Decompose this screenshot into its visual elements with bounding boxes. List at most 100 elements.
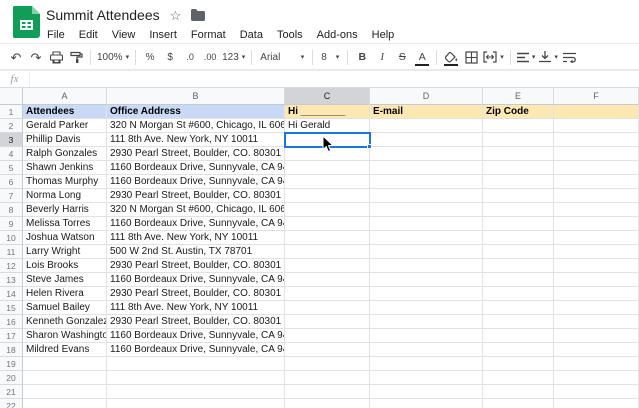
row-header-5[interactable]: 5: [0, 161, 23, 175]
cell-B10[interactable]: 111 8th Ave. New York, NY 10011: [107, 231, 285, 245]
menu-tools[interactable]: Tools: [270, 29, 310, 41]
menu-format[interactable]: Format: [184, 29, 233, 41]
row-header-6[interactable]: 6: [0, 175, 23, 189]
cell-A6[interactable]: Thomas Murphy: [23, 175, 107, 189]
cell-A17[interactable]: Sharon Washington: [23, 329, 107, 343]
menu-insert[interactable]: Insert: [142, 29, 184, 41]
row-header-17[interactable]: 17: [0, 329, 23, 343]
cell-D1[interactable]: E-mail: [370, 105, 483, 119]
cell-C20[interactable]: [285, 371, 370, 385]
cell-E12[interactable]: [483, 259, 554, 273]
cell-D16[interactable]: [370, 315, 483, 329]
borders-button[interactable]: [461, 47, 481, 67]
cell-F15[interactable]: [554, 301, 639, 315]
cell-C13[interactable]: [285, 273, 370, 287]
document-title[interactable]: Summit Attendees: [46, 7, 160, 23]
cell-D2[interactable]: [370, 119, 483, 133]
sheets-logo-icon[interactable]: [13, 6, 40, 38]
cell-F1[interactable]: [554, 105, 639, 119]
cell-A8[interactable]: Beverly Harris: [23, 203, 107, 217]
cell-D6[interactable]: [370, 175, 483, 189]
cell-A4[interactable]: Ralph Gonzales: [23, 147, 107, 161]
col-header-D[interactable]: D: [370, 88, 483, 105]
cell-B11[interactable]: 500 W 2nd St. Austin, TX 78701: [107, 245, 285, 259]
cell-C12[interactable]: [285, 259, 370, 273]
row-header-9[interactable]: 9: [0, 217, 23, 231]
cell-D11[interactable]: [370, 245, 483, 259]
row-header-11[interactable]: 11: [0, 245, 23, 259]
cell-E5[interactable]: [483, 161, 554, 175]
cell-F13[interactable]: [554, 273, 639, 287]
cell-D19[interactable]: [370, 357, 483, 371]
cell-D17[interactable]: [370, 329, 483, 343]
row-header-21[interactable]: 21: [0, 385, 23, 399]
cell-F3[interactable]: [554, 133, 639, 147]
cell-F6[interactable]: [554, 175, 639, 189]
cell-F2[interactable]: [554, 119, 639, 133]
menu-add-ons[interactable]: Add-ons: [310, 29, 365, 41]
row-header-19[interactable]: 19: [0, 357, 23, 371]
cell-C10[interactable]: [285, 231, 370, 245]
cell-F19[interactable]: [554, 357, 639, 371]
cell-B19[interactable]: [107, 357, 285, 371]
col-header-E[interactable]: E: [483, 88, 554, 105]
cell-A7[interactable]: Norma Long: [23, 189, 107, 203]
cell-D9[interactable]: [370, 217, 483, 231]
cell-F17[interactable]: [554, 329, 639, 343]
cell-D14[interactable]: [370, 287, 483, 301]
cell-F21[interactable]: [554, 385, 639, 399]
cell-D13[interactable]: [370, 273, 483, 287]
format-percent-button[interactable]: %: [140, 47, 160, 67]
cell-D20[interactable]: [370, 371, 483, 385]
row-header-3[interactable]: 3: [0, 133, 23, 147]
row-header-16[interactable]: 16: [0, 315, 23, 329]
cell-A9[interactable]: Melissa Torres: [23, 217, 107, 231]
paint-format-button[interactable]: [66, 47, 86, 67]
cell-B17[interactable]: 1160 Bordeaux Drive, Sunnyvale, CA 94089: [107, 329, 285, 343]
cell-C3[interactable]: [285, 133, 370, 147]
cell-B20[interactable]: [107, 371, 285, 385]
cell-F14[interactable]: [554, 287, 639, 301]
cell-E9[interactable]: [483, 217, 554, 231]
move-folder-icon[interactable]: [191, 9, 205, 21]
cell-B12[interactable]: 2930 Pearl Street, Boulder, CO. 80301: [107, 259, 285, 273]
cell-D7[interactable]: [370, 189, 483, 203]
cell-E2[interactable]: [483, 119, 554, 133]
cell-C5[interactable]: [285, 161, 370, 175]
more-formats-button[interactable]: 123▾: [220, 47, 247, 67]
cell-C14[interactable]: [285, 287, 370, 301]
cell-F7[interactable]: [554, 189, 639, 203]
cell-C21[interactable]: [285, 385, 370, 399]
cell-D10[interactable]: [370, 231, 483, 245]
cell-F12[interactable]: [554, 259, 639, 273]
cell-B18[interactable]: 1160 Bordeaux Drive, Sunnyvale, CA 94089: [107, 343, 285, 357]
cell-B9[interactable]: 1160 Bordeaux Drive, Sunnyvale, CA 94089: [107, 217, 285, 231]
horizontal-align-button[interactable]: ▾: [515, 47, 538, 67]
grid-corner[interactable]: [0, 88, 23, 105]
row-header-22[interactable]: 22: [0, 399, 23, 408]
cell-C11[interactable]: [285, 245, 370, 259]
row-header-10[interactable]: 10: [0, 231, 23, 245]
row-header-15[interactable]: 15: [0, 301, 23, 315]
row-header-18[interactable]: 18: [0, 343, 23, 357]
merge-cells-button[interactable]: ▾: [481, 47, 506, 67]
cell-D21[interactable]: [370, 385, 483, 399]
cell-D22[interactable]: [370, 399, 483, 408]
cell-A3[interactable]: Phillip Davis: [23, 133, 107, 147]
cell-E17[interactable]: [483, 329, 554, 343]
zoom-select[interactable]: 100%▾: [95, 47, 131, 67]
cell-B8[interactable]: 320 N Morgan St #600, Chicago, IL 60607: [107, 203, 285, 217]
cell-A2[interactable]: Gerald Parker: [23, 119, 107, 133]
undo-button[interactable]: ↶: [6, 47, 26, 67]
cell-B7[interactable]: 2930 Pearl Street, Boulder, CO. 80301: [107, 189, 285, 203]
cell-E1[interactable]: Zip Code: [483, 105, 554, 119]
cell-C8[interactable]: [285, 203, 370, 217]
menu-edit[interactable]: Edit: [72, 29, 105, 41]
cell-D18[interactable]: [370, 343, 483, 357]
cell-C2[interactable]: Hi Gerald: [285, 119, 370, 133]
cell-B1[interactable]: Office Address: [107, 105, 285, 119]
cell-F11[interactable]: [554, 245, 639, 259]
cell-C15[interactable]: [285, 301, 370, 315]
cell-B21[interactable]: [107, 385, 285, 399]
cell-E15[interactable]: [483, 301, 554, 315]
